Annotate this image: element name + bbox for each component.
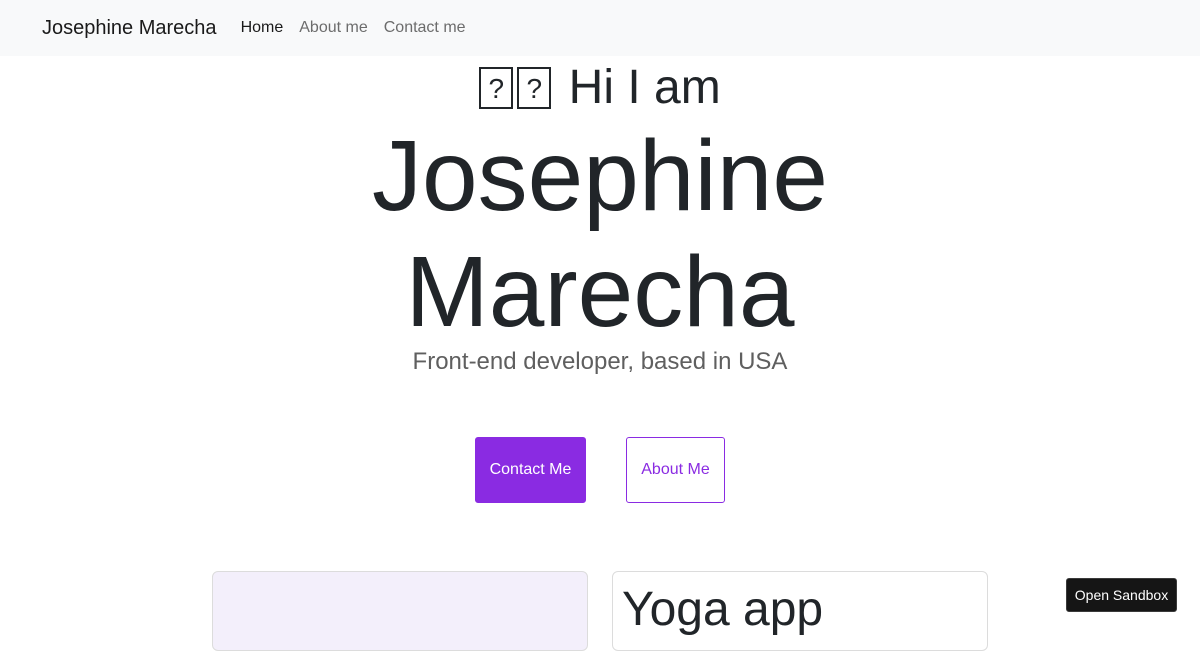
project-card-left[interactable]: [212, 571, 588, 651]
nav-link-contact[interactable]: Contact me: [384, 19, 466, 37]
project-card-yoga[interactable]: Yoga app: [612, 571, 988, 651]
about-me-button[interactable]: About Me: [626, 437, 725, 503]
nav-link-about[interactable]: About me: [299, 19, 367, 37]
open-sandbox-button[interactable]: Open Sandbox: [1066, 578, 1177, 612]
contact-me-button[interactable]: Contact Me: [475, 437, 586, 503]
missing-glyph-icon: [517, 67, 552, 109]
hero-greeting: Hi I am: [0, 60, 1200, 116]
nav-link-home[interactable]: Home: [241, 19, 284, 37]
brand-link[interactable]: Josephine Marecha: [42, 17, 217, 40]
top-navbar: Josephine Marecha Home About me Contact …: [0, 0, 1200, 56]
hero-name-last: Marecha: [405, 236, 795, 348]
greeting-text: Hi I am: [568, 61, 721, 114]
hero-subtitle: Front-end developer, based in USA: [412, 348, 788, 375]
missing-glyph-icon: [479, 67, 514, 109]
hero-name-first: Josephine: [372, 120, 828, 232]
